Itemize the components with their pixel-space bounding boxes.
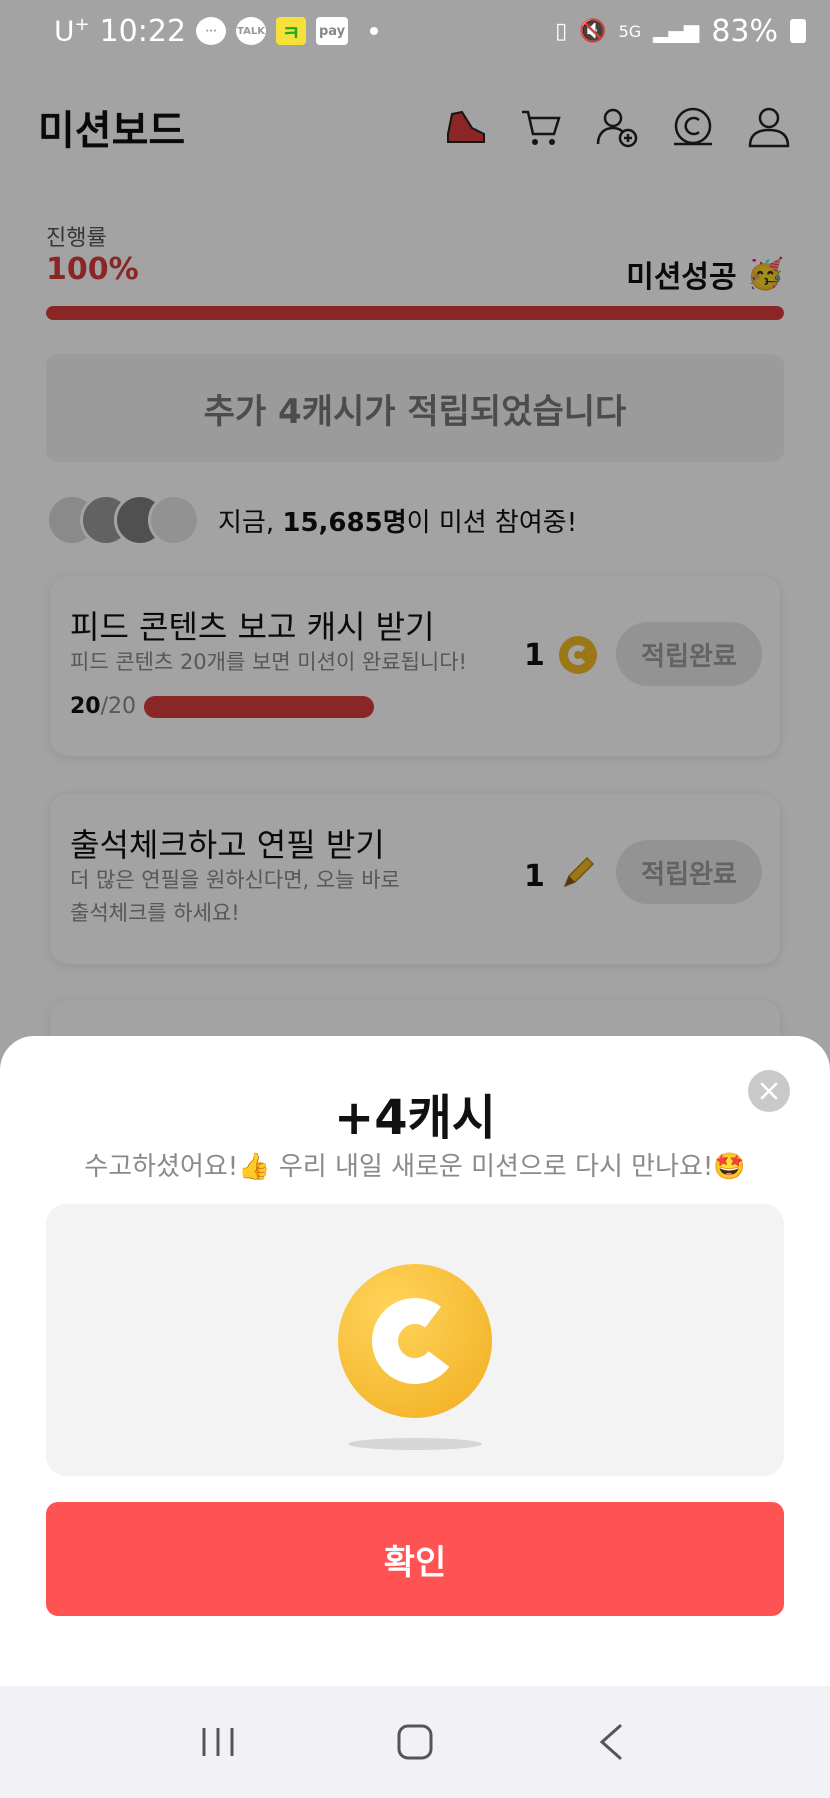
battery-saver-icon: ▯ — [555, 18, 568, 44]
network-label: 5G — [618, 21, 642, 41]
status-bar: U+ 10:22 ··· TALK ㅋ pay ▯ 🔇 5G ▂▄▆ 83% — [0, 0, 830, 62]
carrier-label: U+ — [54, 14, 90, 48]
coin-icon — [338, 1264, 492, 1418]
status-time: 10:22 — [99, 13, 187, 49]
coin-panel — [46, 1204, 784, 1476]
reward-subtitle: 수고하셨어요!👍 우리 내일 새로운 미션으로 다시 만나요!🤩 — [84, 1152, 746, 1182]
more-notifications-dot — [370, 27, 379, 35]
system-navigation-bar — [0, 1686, 830, 1798]
recent-apps-icon[interactable] — [188, 1712, 248, 1772]
chat-notification-icon: ··· — [196, 17, 227, 45]
coin-shadow — [348, 1438, 482, 1450]
reward-bottom-sheet: +4캐시 수고하셨어요!👍 우리 내일 새로운 미션으로 다시 만나요!🤩 확인 — [0, 1036, 830, 1686]
app-notification-icon: ㅋ — [276, 17, 307, 45]
confirm-button[interactable]: 확인 — [46, 1502, 784, 1616]
signal-icon: ▂▄▆ — [653, 19, 700, 43]
mute-icon: 🔇 — [579, 18, 607, 44]
pay-notification-icon: pay — [316, 17, 349, 45]
talk-notification-icon: TALK — [236, 17, 267, 45]
home-icon[interactable] — [385, 1712, 445, 1772]
back-icon[interactable] — [582, 1712, 642, 1772]
reward-title: +4캐시 — [334, 1090, 496, 1146]
battery-icon — [790, 19, 806, 43]
battery-percent: 83% — [711, 13, 778, 49]
